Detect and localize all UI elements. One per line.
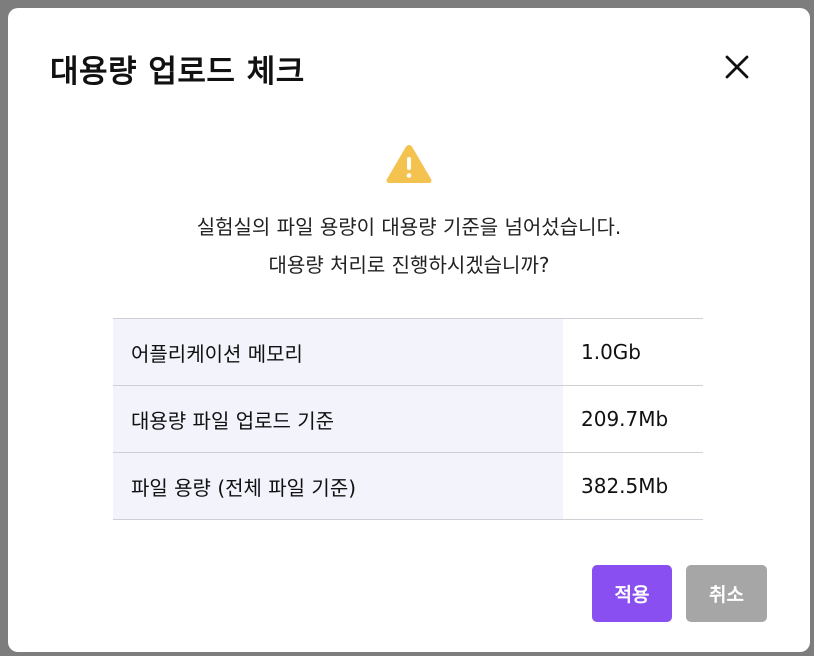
- warning-icon: [386, 145, 432, 183]
- row-value-app-memory: 1.0Gb: [563, 318, 703, 386]
- message-line-1: 실험실의 파일 용량이 대용량 기준을 넘어섰습니다.: [196, 215, 622, 239]
- close-icon: [725, 55, 749, 79]
- table-row: 어플리케이션 메모리 1.0Gb: [113, 318, 703, 386]
- cancel-button[interactable]: 취소: [686, 565, 767, 622]
- table-row: 파일 용량 (전체 파일 기준) 382.5Mb: [113, 452, 703, 520]
- dialog-title: 대용량 업로드 체크: [50, 54, 305, 90]
- large-upload-dialog: 대용량 업로드 체크 실험실의 파일 용량이 대용량 기준을 넘어섰습니다. 대…: [8, 8, 810, 652]
- close-button[interactable]: [720, 50, 754, 84]
- table-row: 대용량 파일 업로드 기준 209.7Mb: [113, 385, 703, 453]
- upload-info-table: 어플리케이션 메모리 1.0Gb 대용량 파일 업로드 기준 209.7Mb 파…: [113, 318, 703, 520]
- message-line-2: 대용량 처리로 진행하시겠습니까?: [268, 253, 550, 277]
- row-label-upload-threshold: 대용량 파일 업로드 기준: [113, 385, 563, 453]
- row-label-app-memory: 어플리케이션 메모리: [113, 318, 563, 386]
- apply-button[interactable]: 적용: [592, 565, 672, 622]
- row-value-file-size: 382.5Mb: [563, 452, 703, 520]
- row-label-file-size: 파일 용량 (전체 파일 기준): [113, 452, 563, 520]
- dialog-message: 실험실의 파일 용량이 대용량 기준을 넘어섰습니다. 대용량 처리로 진행하시…: [8, 208, 810, 284]
- row-value-upload-threshold: 209.7Mb: [563, 385, 703, 453]
